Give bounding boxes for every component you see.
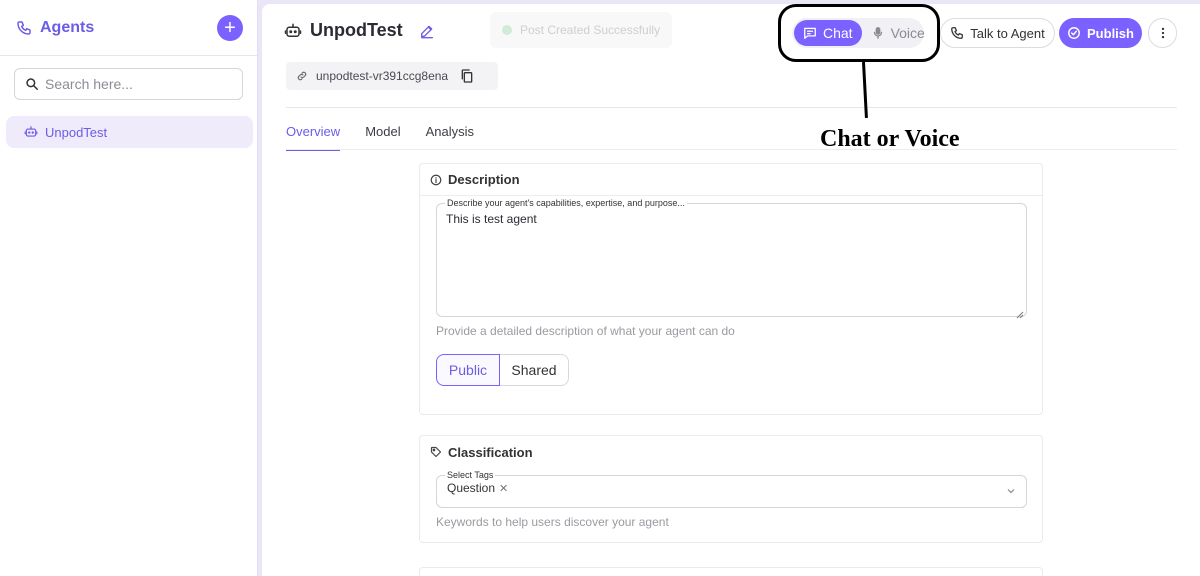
description-field: Describe your agent's capabilities, expe…	[436, 198, 1027, 319]
edit-pencil-icon[interactable]	[419, 23, 435, 39]
tab-analysis[interactable]: Analysis	[426, 124, 474, 151]
publish-button[interactable]: Publish	[1059, 18, 1142, 48]
tag-chip-label: Question	[447, 481, 496, 495]
robot-icon	[284, 22, 302, 40]
robot-icon	[24, 125, 38, 139]
description-textarea[interactable]: This is test agent	[437, 204, 1026, 316]
resize-grip-icon[interactable]	[1016, 306, 1024, 319]
description-card: Description Describe your agent's capabi…	[419, 163, 1043, 415]
remove-tag-icon[interactable]: ✕	[499, 482, 508, 495]
classification-card-header: Classification	[420, 436, 1042, 468]
visibility-toggle: Public Shared	[436, 354, 569, 386]
agent-header: UnpodTest	[284, 20, 435, 41]
more-vertical-icon	[1156, 26, 1170, 40]
shared-option[interactable]: Shared	[500, 354, 569, 386]
divider	[286, 149, 1177, 150]
sidebar-item-unpodtest[interactable]: UnpodTest	[6, 116, 253, 148]
phone-icon	[16, 20, 32, 36]
add-agent-button[interactable]: +	[217, 14, 243, 41]
annotation-text: Chat or Voice	[820, 126, 960, 152]
main-panel: Post Created Successfully UnpodTest unpo…	[262, 4, 1200, 576]
chevron-down-icon[interactable]	[1006, 486, 1016, 496]
success-dot-icon	[502, 25, 512, 35]
slug-text: unpodtest-vr391ccg8ena	[316, 69, 449, 83]
search-icon	[25, 77, 39, 91]
info-icon	[430, 174, 442, 186]
page-title: UnpodTest	[310, 20, 403, 40]
classification-helper-text: Keywords to help users discover your age…	[436, 515, 669, 529]
search-box	[14, 68, 243, 100]
toast-notification: Post Created Successfully	[490, 12, 672, 48]
more-options-button[interactable]	[1148, 18, 1177, 48]
sidebar: Agents + UnpodTest	[0, 0, 258, 576]
tab-overview[interactable]: Overview	[286, 124, 341, 151]
public-option[interactable]: Public	[436, 354, 500, 386]
description-card-header: Description	[420, 164, 1042, 196]
phone-icon	[950, 26, 964, 40]
tags-field-label: Select Tags	[445, 470, 496, 480]
copy-icon[interactable]	[459, 68, 475, 84]
talk-to-agent-button[interactable]: Talk to Agent	[940, 18, 1055, 48]
divider	[286, 107, 1177, 108]
agent-slug: unpodtest-vr391ccg8ena	[286, 62, 498, 90]
tags-field[interactable]: Select Tags Question ✕	[436, 470, 1027, 508]
description-field-label: Describe your agent's capabilities, expe…	[445, 198, 687, 208]
talk-to-agent-label: Talk to Agent	[970, 25, 1045, 41]
sidebar-header: Agents +	[0, 0, 257, 56]
tag-icon	[430, 446, 442, 458]
publish-label: Publish	[1087, 25, 1134, 41]
description-title: Description	[448, 172, 520, 187]
link-icon	[296, 70, 308, 82]
classification-title: Classification	[448, 444, 533, 460]
classification-card: Classification Select Tags Question ✕ Ke…	[419, 435, 1043, 543]
search-input[interactable]	[45, 76, 232, 92]
sidebar-item-label: UnpodTest	[45, 124, 108, 140]
description-helper-text: Provide a detailed description of what y…	[436, 324, 735, 338]
check-circle-icon	[1067, 26, 1081, 40]
toast-text: Post Created Successfully	[520, 23, 661, 37]
sidebar-title: Agents	[40, 18, 95, 36]
annotation-callout-box	[778, 4, 940, 62]
next-card	[419, 567, 1043, 576]
tag-chip: Question ✕	[447, 481, 508, 495]
tab-bar: Overview Model Analysis	[286, 124, 499, 151]
tab-model[interactable]: Model	[365, 124, 400, 151]
